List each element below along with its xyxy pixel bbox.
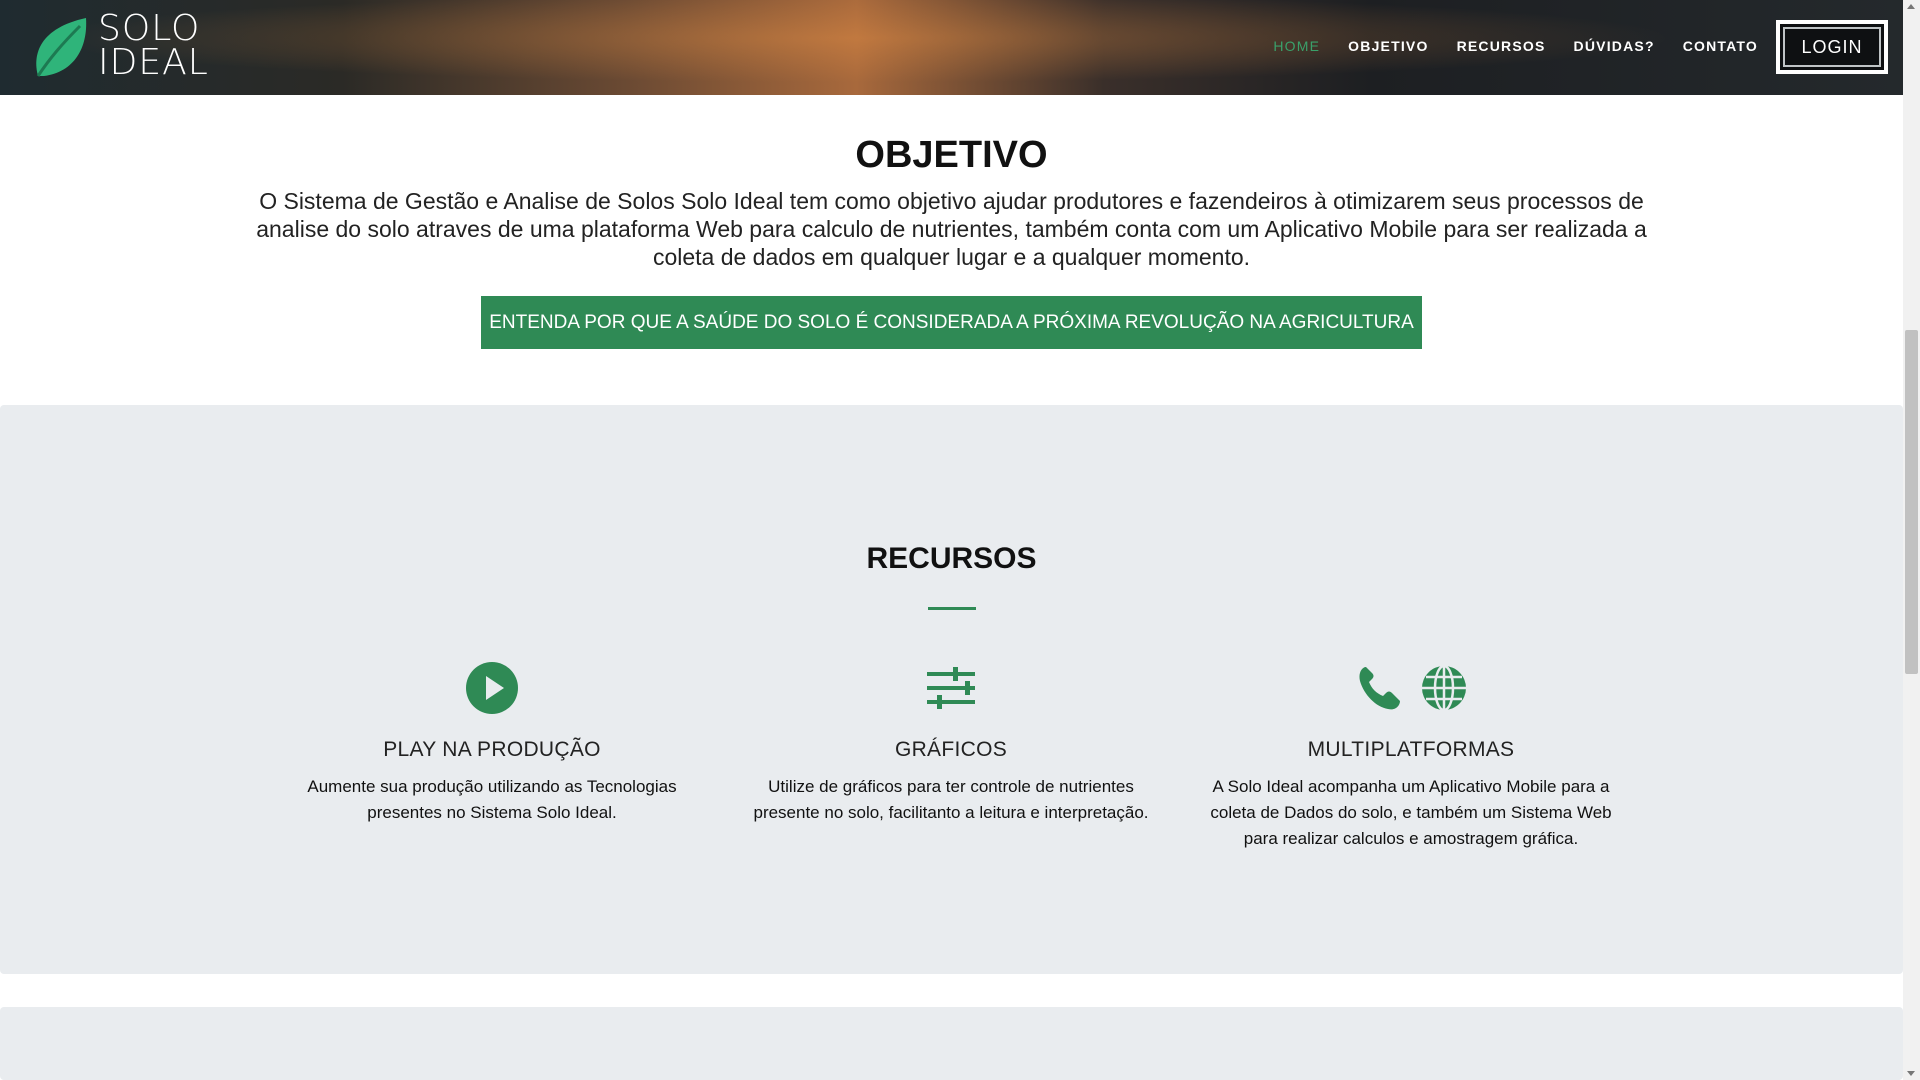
feature-title: MULTIPLATFORMAS [1307, 738, 1515, 761]
feature-desc: Aumente sua produção utilizando as Tecno… [307, 777, 677, 822]
feature-title: GRÁFICOS [894, 738, 1008, 761]
recursos-section: RECURSOS PLAY NA PRODUÇÃO Aumente sua pr… [0, 405, 1903, 974]
login-button[interactable]: LOGIN [1776, 20, 1888, 74]
page-scrollbar[interactable] [1903, 0, 1920, 1080]
objetivo-title: OBJETIVO [855, 134, 1048, 176]
objetivo-text: O Sistema de Gestão e Analise de Solos S… [256, 188, 1647, 270]
feature-title: PLAY NA PRODUÇÃO [383, 738, 601, 761]
feature-graficos: GRÁFICOS Utilize de gráficos para ter co… [736, 660, 1166, 826]
feature-play: PLAY NA PRODUÇÃO Aumente sua produção ut… [277, 660, 707, 826]
nav-recursos[interactable]: RECURSOS [1457, 38, 1546, 54]
recursos-title: RECURSOS [866, 542, 1037, 575]
logo-text: SOLO IDEAL [98, 8, 209, 83]
nav-home[interactable]: HOME [1273, 38, 1320, 54]
title-divider [928, 607, 976, 610]
feature-icon-wrap [277, 660, 707, 716]
logo-line-1: SOLO [98, 8, 201, 49]
sliders-icon [927, 667, 975, 709]
feature-desc: Utilize de gráficos para ter controle de… [753, 777, 1149, 822]
soil-health-cta-button[interactable]: ENTENDA POR QUE A SAÚDE DO SOLO É CONSID… [481, 296, 1422, 349]
scroll-up-arrow-icon[interactable] [1907, 4, 1915, 9]
feature-desc: A Solo Ideal acompanha um Aplicativo Mob… [1210, 777, 1612, 848]
next-section [0, 1007, 1903, 1080]
scrollbar-thumb[interactable] [1905, 330, 1918, 674]
main-nav: HOME OBJETIVO RECURSOS DÚVIDAS? CONTATO [1273, 38, 1758, 54]
globe-icon [1422, 664, 1466, 712]
scroll-down-arrow-icon[interactable] [1907, 1071, 1915, 1076]
feature-icon-wrap [736, 660, 1166, 716]
phone-icon [1359, 667, 1400, 710]
site-header: SOLO IDEAL HOME OBJETIVO RECURSOS DÚVIDA… [0, 0, 1903, 95]
nav-objetivo[interactable]: OBJETIVO [1348, 38, 1428, 54]
feature-multiplataformas: MULTIPLATFORMAS A Solo Ideal acompanha u… [1196, 660, 1626, 852]
leaf-logo-icon [36, 18, 87, 77]
play-circle-icon [466, 662, 518, 714]
feature-icon-wrap [1196, 660, 1626, 716]
logo-line-2: IDEAL [98, 42, 209, 83]
logo[interactable]: SOLO IDEAL [30, 8, 215, 83]
nav-contato[interactable]: CONTATO [1683, 38, 1758, 54]
nav-duvidas[interactable]: DÚVIDAS? [1574, 38, 1655, 54]
